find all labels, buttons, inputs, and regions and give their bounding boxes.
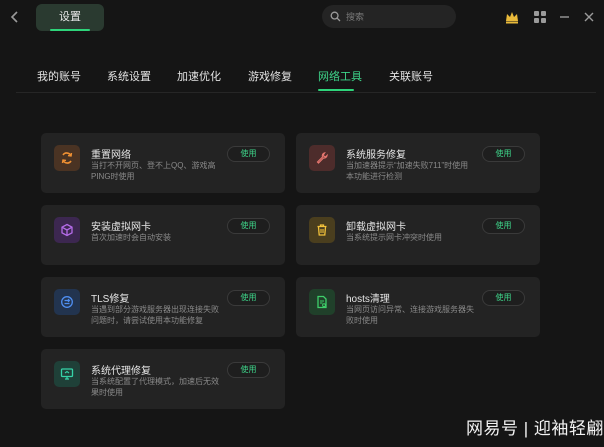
tool-card-service-repair: 系统服务修复 当加速器提示“加速失败711”时使用本功能进行检测 使用 — [296, 133, 540, 193]
tab-system-settings[interactable]: 系统设置 — [107, 68, 151, 84]
card-title: TLS修复 — [91, 294, 130, 305]
card-title: 安装虚拟网卡 — [91, 222, 151, 233]
use-button-reset-network[interactable]: 使用 — [227, 146, 270, 162]
card-description: 当网页访问异常、连接游戏服务器失败时使用 — [346, 305, 474, 325]
tab-game-repair[interactable]: 游戏修复 — [248, 68, 292, 84]
tool-card-uninstall-adapter: 卸载虚拟网卡 当系统提示网卡冲突时使用 使用 — [296, 205, 540, 265]
card-description: 当系统配置了代理模式，加速后无效果时使用 — [91, 377, 219, 397]
use-button-uninstall-adapter[interactable]: 使用 — [482, 218, 525, 234]
use-button-service-repair[interactable]: 使用 — [482, 146, 525, 162]
wrench-icon — [309, 145, 335, 171]
card-description: 当加速器提示“加速失败711”时使用本功能进行检测 — [346, 161, 469, 181]
tool-card-tls-repair: TLS修复 当遇到部分游戏服务器出现连接失败问题时，请尝试使用本功能修复 使用 — [41, 277, 285, 337]
minimize-icon[interactable] — [557, 9, 573, 25]
tab-network-tools[interactable]: 网络工具 — [318, 68, 362, 84]
active-tab-indicator — [318, 89, 354, 91]
close-icon[interactable] — [581, 9, 597, 25]
tool-card-proxy-repair: 系统代理修复 当系统配置了代理模式，加速后无效果时使用 使用 — [41, 349, 285, 409]
back-icon[interactable] — [10, 10, 24, 26]
card-title: 卸载虚拟网卡 — [346, 222, 406, 233]
tab-my-account[interactable]: 我的账号 — [37, 68, 81, 84]
tool-card-install-adapter: 安装虚拟网卡 首次加速时会自动安装 使用 — [41, 205, 285, 265]
watermark: 网易号 | 迎袖轻翩 — [466, 419, 604, 438]
use-button-hosts-clean[interactable]: 使用 — [482, 290, 525, 306]
search-box[interactable] — [322, 5, 456, 28]
refresh-icon — [54, 145, 80, 171]
use-button-install-adapter[interactable]: 使用 — [227, 218, 270, 234]
trash-icon — [309, 217, 335, 243]
card-title: hosts清理 — [346, 294, 390, 305]
title-bar: 设置 — [0, 0, 604, 36]
card-description: 首次加速时会自动安装 — [91, 233, 171, 242]
card-description: 当打不开网页、登不上QQ、游戏高PING时使用 — [91, 161, 216, 181]
tls-icon — [54, 289, 80, 315]
card-title: 系统代理修复 — [91, 366, 151, 377]
window-tab-settings[interactable]: 设置 — [36, 4, 104, 31]
card-title: 系统服务修复 — [346, 150, 406, 161]
grid-icon[interactable] — [532, 9, 548, 25]
use-button-tls-repair[interactable]: 使用 — [227, 290, 270, 306]
tool-card-hosts-clean: hosts清理 当网页访问异常、连接游戏服务器失败时使用 使用 — [296, 277, 540, 337]
crown-icon[interactable] — [504, 9, 520, 25]
monitor-icon — [54, 361, 80, 387]
card-description: 当遇到部分游戏服务器出现连接失败问题时，请尝试使用本功能修复 — [91, 305, 219, 325]
search-input[interactable] — [346, 11, 446, 22]
card-title: 重置网络 — [91, 150, 131, 161]
use-button-proxy-repair[interactable]: 使用 — [227, 362, 270, 378]
cube-icon — [54, 217, 80, 243]
nav-divider — [16, 92, 596, 93]
tab-linked-accounts[interactable]: 关联账号 — [389, 68, 433, 84]
settings-nav: 我的账号 系统设置 加速优化 游戏修复 网络工具 关联账号 — [0, 64, 604, 92]
tool-card-reset-network: 重置网络 当打不开网页、登不上QQ、游戏高PING时使用 使用 — [41, 133, 285, 193]
tab-acceleration[interactable]: 加速优化 — [177, 68, 221, 84]
card-description: 当系统提示网卡冲突时使用 — [346, 233, 442, 242]
search-icon — [330, 11, 341, 22]
file-clean-icon — [309, 289, 335, 315]
